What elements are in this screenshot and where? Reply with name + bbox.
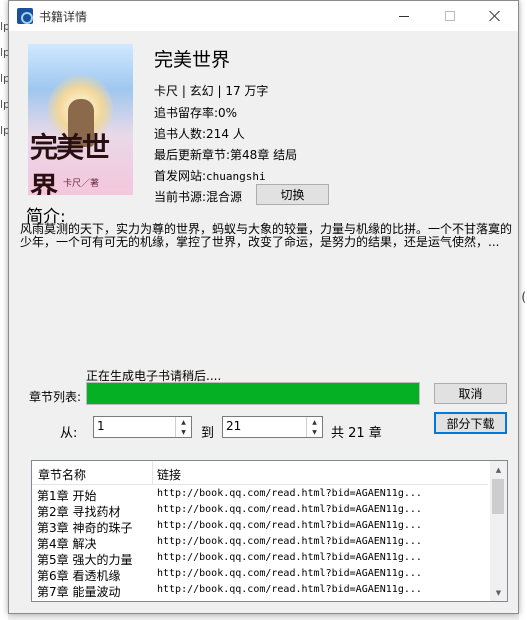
title-bar[interactable]: 书籍详情 bbox=[9, 1, 518, 31]
close-button[interactable] bbox=[472, 1, 518, 31]
chapter-list[interactable]: 章节名称 链接 第1章 开始 http://book.qq.com/read.h… bbox=[31, 460, 508, 602]
spin-up-icon[interactable]: ▲ bbox=[176, 417, 191, 427]
to-spinner-arrows[interactable]: ▲ ▼ bbox=[306, 417, 322, 437]
spin-down-icon[interactable]: ▼ bbox=[176, 427, 191, 437]
spin-down-icon[interactable]: ▼ bbox=[307, 427, 322, 437]
switch-source-button[interactable]: 切换 bbox=[256, 184, 329, 205]
book-details-window: 书籍详情 完美世界 卡尺／著 完美世界 卡尺 | 玄幻 | 17 万字 追书留存… bbox=[8, 0, 519, 614]
intro-text: 风雨莫测的天下，实力为尊的世界，蚂蚁与大象的较量，力量与机缘的比拼。一个不甘落寞… bbox=[20, 222, 513, 249]
scroll-down-icon[interactable]: ▼ bbox=[490, 584, 507, 601]
column-chapter-name[interactable]: 章节名称 bbox=[38, 466, 86, 483]
chapter-list-label: 章节列表: bbox=[29, 390, 82, 404]
cancel-button[interactable]: 取消 bbox=[434, 383, 507, 404]
chapter-list-header: 章节名称 链接 bbox=[32, 461, 488, 485]
to-chapter-input[interactable] bbox=[226, 419, 306, 433]
first-site-value: chuangshi bbox=[206, 170, 266, 183]
vertical-scrollbar[interactable]: ▲ ▼ bbox=[490, 461, 507, 601]
generation-progress-bar bbox=[86, 382, 420, 405]
list-item[interactable]: 第6章 看透机缘 http://book.qq.com/read.html?bi… bbox=[32, 566, 488, 583]
background-window-right: ( bbox=[519, 0, 527, 620]
book-cover-image: 完美世界 卡尺／著 bbox=[28, 44, 133, 195]
scrollbar-thumb[interactable] bbox=[492, 479, 504, 514]
from-spinner-arrows[interactable]: ▲ ▼ bbox=[175, 417, 191, 437]
background-window-left: lp lp lp lp lp bbox=[0, 0, 10, 620]
column-link[interactable]: 链接 bbox=[157, 466, 181, 483]
partial-download-button[interactable]: 部分下载 bbox=[434, 412, 507, 434]
to-label: 到 bbox=[201, 426, 215, 441]
cover-author: 卡尺／著 bbox=[63, 179, 100, 189]
list-item[interactable]: 第7章 能量波动 http://book.qq.com/read.html?bi… bbox=[32, 582, 488, 599]
book-meta: 卡尺 | 玄幻 | 17 万字 bbox=[154, 84, 269, 98]
latest-chapter: 最后更新章节:第48章 结局 bbox=[154, 148, 298, 162]
close-icon bbox=[489, 10, 501, 22]
total-chapters: 共 21 章 bbox=[331, 426, 382, 441]
scroll-up-icon[interactable]: ▲ bbox=[490, 461, 507, 478]
current-source: 当前书源:混合源 bbox=[154, 190, 243, 204]
to-chapter-spinner[interactable]: ▲ ▼ bbox=[222, 416, 323, 438]
list-item[interactable]: 第2章 寻找药材 http://book.qq.com/read.html?bi… bbox=[32, 502, 488, 519]
first-site-label: 首发网站: bbox=[154, 169, 207, 183]
from-chapter-spinner[interactable]: ▲ ▼ bbox=[93, 416, 192, 438]
minimize-button[interactable] bbox=[381, 1, 427, 31]
progress-fill bbox=[87, 383, 419, 404]
book-title: 完美世界 bbox=[154, 49, 231, 71]
from-label: 从: bbox=[60, 426, 78, 441]
list-item[interactable]: 第4章 解决 http://book.qq.com/read.html?bid=… bbox=[32, 534, 488, 551]
window-title: 书籍详情 bbox=[39, 10, 88, 24]
from-chapter-input[interactable] bbox=[97, 419, 177, 433]
list-item[interactable]: 第3章 神奇的珠子 http://book.qq.com/read.html?b… bbox=[32, 518, 488, 535]
maximize-button bbox=[427, 1, 473, 31]
list-item[interactable]: 第1章 开始 http://book.qq.com/read.html?bid=… bbox=[32, 486, 488, 503]
minimize-icon bbox=[399, 15, 409, 17]
follower-count: 追书人数:214 人 bbox=[154, 127, 245, 141]
first-site: 首发网站:chuangshi bbox=[154, 167, 266, 184]
list-item[interactable]: 第5章 强大的力量 http://book.qq.com/read.html?b… bbox=[32, 550, 488, 567]
spin-up-icon[interactable]: ▲ bbox=[307, 417, 322, 427]
app-icon bbox=[17, 8, 33, 24]
retention-rate: 追书留存率:0% bbox=[154, 106, 238, 120]
maximize-icon bbox=[445, 11, 455, 21]
